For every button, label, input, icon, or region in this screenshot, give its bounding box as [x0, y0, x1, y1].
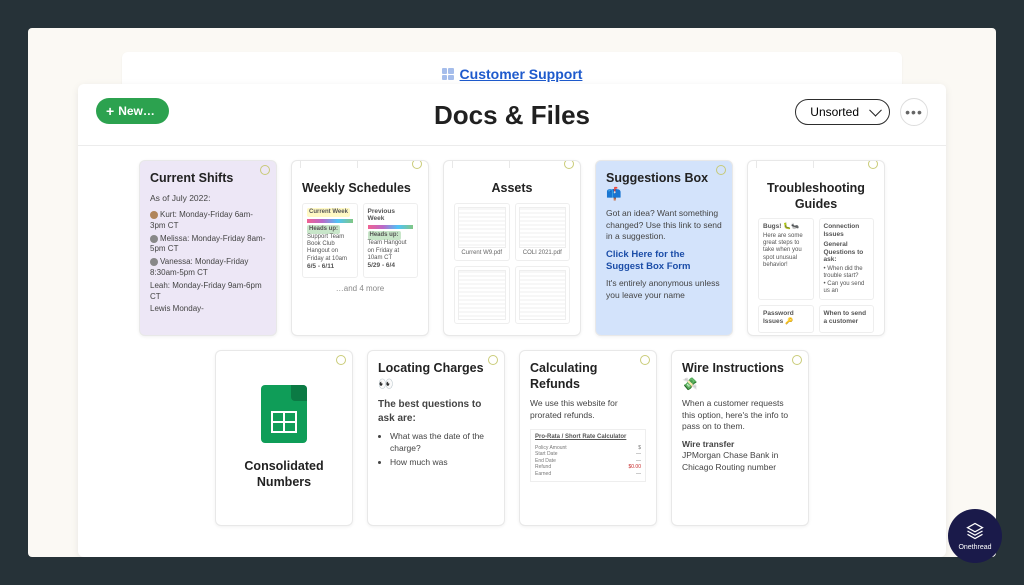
list-item: What was the date of the charge?	[390, 431, 494, 454]
card-title: Current Shifts	[150, 171, 266, 187]
new-button-label: New…	[118, 104, 155, 118]
guide-subcard: Password Issues 🔑	[758, 305, 814, 333]
card-body: We use this website for prorated refunds…	[530, 398, 646, 421]
ellipsis-icon: •••	[905, 104, 923, 120]
toolbar: + New… Docs & Files Unsorted •••	[78, 84, 946, 146]
plus-icon: +	[106, 104, 114, 118]
card-title: Consolidated Numbers	[226, 459, 342, 490]
schedule-subgrid: Current Week Heads up: Support Team Book…	[302, 203, 418, 278]
pin-icon	[716, 165, 726, 175]
card-consolidated-numbers[interactable]: Consolidated Numbers	[215, 350, 353, 526]
wire-heading: Wire transfer	[682, 439, 798, 450]
asset-caption: Current W9.pdf	[461, 250, 502, 257]
cards-grid: Current Shifts As of July 2022: Kurt: Mo…	[78, 146, 946, 540]
card-title: Weekly Schedules	[302, 181, 418, 197]
wire-line: JPMorgan Chase Bank in Chicago Routing n…	[682, 450, 798, 473]
guides-subgrid: Bugs! 🐛🐜Here are some great steps to tak…	[758, 218, 874, 332]
card-weekly-schedules[interactable]: Weekly Schedules Current Week Heads up: …	[291, 160, 429, 336]
brand-badge: Onethread	[948, 509, 1002, 563]
card-troubleshooting[interactable]: Troubleshooting Guides Bugs! 🐛🐜Here are …	[747, 160, 885, 336]
heads-up: Heads up:	[307, 225, 340, 234]
card-body: Got an idea? Want something changed? Use…	[606, 208, 722, 242]
guide-subcard: Bugs! 🐛🐜Here are some great steps to tak…	[758, 218, 814, 300]
subcard-body: Support Team Book Club Hangout on Friday…	[307, 234, 353, 263]
card-suggestions-box[interactable]: Suggestions Box 📫 Got an idea? Want some…	[595, 160, 733, 336]
questions-list: What was the date of the charge? How muc…	[378, 431, 494, 468]
guide-subcard: Connection IssuesGeneral Questions to as…	[819, 218, 875, 300]
guide-subcard: When to send a customer	[819, 305, 875, 333]
pin-icon	[488, 355, 498, 365]
card-body: It's entirely anonymous unless you leave…	[606, 278, 722, 301]
shift-line: Melissa: Monday-Friday 8am-5pm CT	[150, 234, 266, 256]
shift-line: Vanessa: Monday-Friday 8:30am-5pm CT	[150, 257, 266, 279]
refund-calculator-thumb: Pro-Rata / Short Rate Calculator Policy …	[530, 429, 646, 482]
more-count: …and 4 more	[302, 284, 418, 293]
card-subtitle: The best questions to ask are:	[378, 398, 494, 425]
breadcrumb-link[interactable]: Customer Support	[460, 66, 583, 82]
pin-icon	[336, 355, 346, 365]
new-button[interactable]: + New…	[96, 98, 169, 124]
heads-up: Heads up:	[368, 231, 401, 240]
sort-select[interactable]: Unsorted	[795, 99, 890, 125]
sort-select-wrap: Unsorted	[795, 99, 890, 125]
card-locating-charges[interactable]: Locating Charges 👀 The best questions to…	[367, 350, 505, 526]
card-title: Wire Instructions 💸	[682, 361, 798, 392]
card-title: Assets	[454, 181, 570, 197]
page-title: Docs & Files	[434, 100, 590, 131]
avatar-icon	[150, 235, 158, 243]
avatar-icon	[150, 258, 158, 266]
shift-line: Leah: Monday-Friday 9am-6pm CT	[150, 281, 266, 303]
card-title: Suggestions Box 📫	[606, 171, 722, 202]
card-body: When a customer requests this option, he…	[682, 398, 798, 432]
card-assets[interactable]: Assets Current W9.pdf COLI 2021.pdf	[443, 160, 581, 336]
subcard-dates: 5/29 - 6/4	[368, 262, 414, 270]
schedule-subcard: Previous Week Heads up: Team Hangout on …	[363, 203, 419, 278]
subcard-badge: Previous Week	[368, 208, 414, 224]
pin-icon	[868, 160, 878, 169]
card-current-shifts[interactable]: Current Shifts As of July 2022: Kurt: Mo…	[139, 160, 277, 336]
pin-icon	[260, 165, 270, 175]
assets-subgrid: Current W9.pdf COLI 2021.pdf	[454, 203, 570, 324]
main-card: + New… Docs & Files Unsorted ••• Current …	[78, 84, 946, 557]
pin-icon	[792, 355, 802, 365]
pin-icon	[412, 160, 422, 169]
avatar-icon	[150, 211, 158, 219]
asset-thumb	[515, 266, 571, 324]
card-title: Locating Charges 👀	[378, 361, 494, 392]
card-title: Calculating Refunds	[530, 361, 646, 392]
list-item: How much was	[390, 457, 494, 468]
as-of-line: As of July 2022:	[150, 193, 266, 204]
asset-caption: COLI 2021.pdf	[523, 250, 562, 257]
subcard-badge: Current Week	[307, 208, 350, 217]
card-title: Troubleshooting Guides	[758, 181, 874, 212]
schedule-subcard: Current Week Heads up: Support Team Book…	[302, 203, 358, 278]
suggest-form-link[interactable]: Click Here for the Suggest Box Form	[606, 249, 722, 273]
app-frame: Customer Support + New… Docs & Files Unso…	[28, 28, 996, 557]
shift-line: Kurt: Monday-Friday 6am-3pm CT	[150, 210, 266, 232]
card-calculating-refunds[interactable]: Calculating Refunds We use this website …	[519, 350, 657, 526]
asset-thumb: Current W9.pdf	[454, 203, 510, 261]
shift-line: Lewis Monday-	[150, 304, 266, 315]
asset-thumb	[454, 266, 510, 324]
asset-thumb: COLI 2021.pdf	[515, 203, 571, 261]
toolbar-right: Unsorted •••	[795, 98, 928, 126]
card-wire-instructions[interactable]: Wire Instructions 💸 When a customer requ…	[671, 350, 809, 526]
pin-icon	[640, 355, 650, 365]
pin-icon	[564, 160, 574, 169]
brand-label: Onethread	[958, 544, 991, 551]
subcard-dates: 6/5 - 6/11	[307, 263, 353, 271]
grid-icon	[442, 68, 454, 80]
more-button[interactable]: •••	[900, 98, 928, 126]
subcard-body: Team Hangout on Friday at 10am CT	[368, 240, 414, 262]
brand-icon	[965, 521, 985, 541]
google-sheets-icon	[261, 385, 307, 443]
